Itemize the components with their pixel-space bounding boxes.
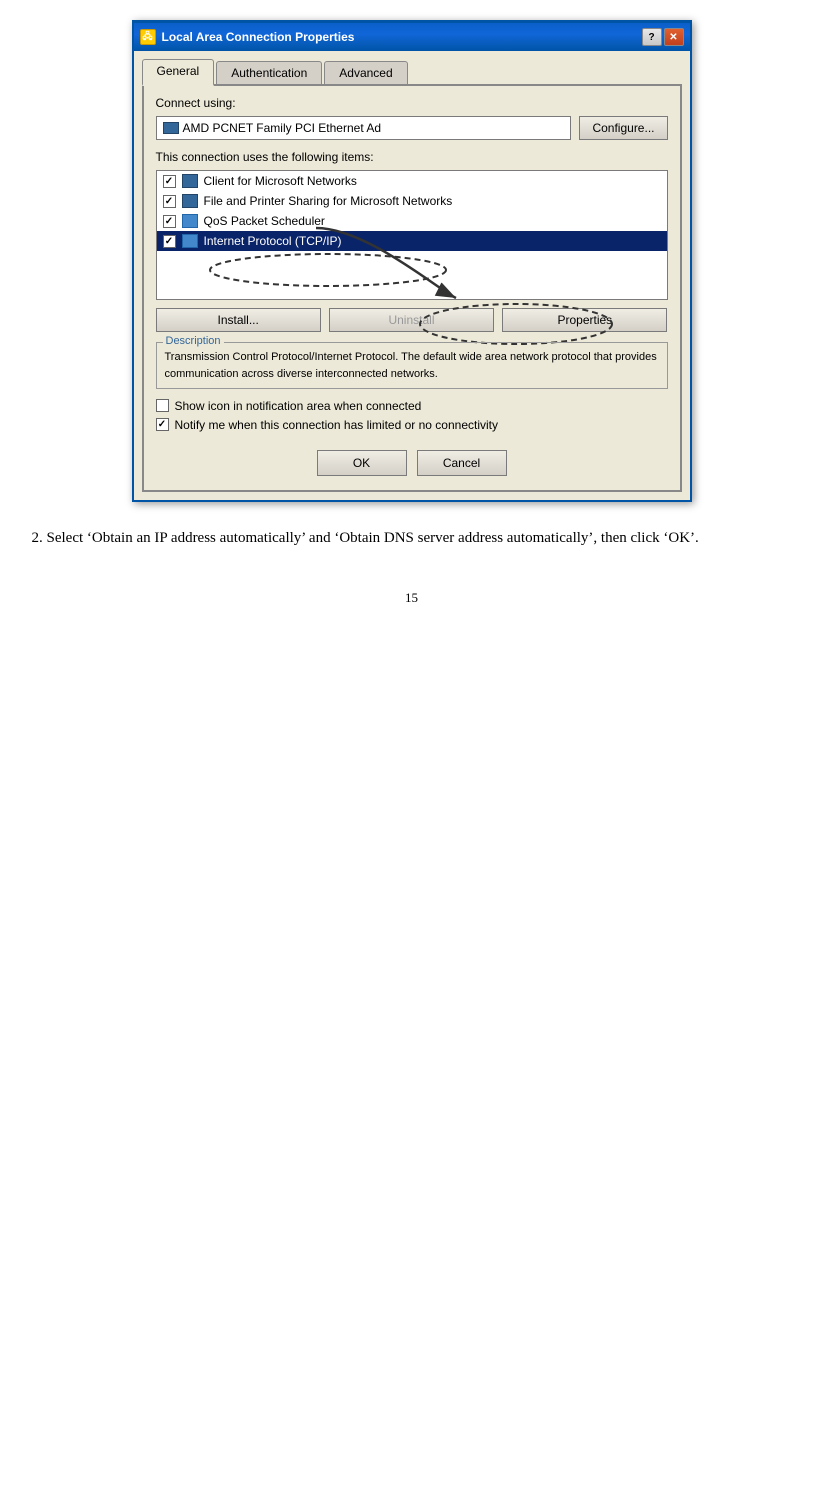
qos-icon — [182, 214, 198, 228]
checkbox-row-notify1: Show icon in notification area when conn… — [156, 399, 668, 413]
tab-general[interactable]: General — [142, 59, 215, 86]
main-panel: Connect using: AMD PCNET Family PCI Ethe… — [142, 86, 682, 492]
checkbox-file[interactable] — [163, 195, 176, 208]
window-title: Local Area Connection Properties — [162, 30, 355, 44]
help-button[interactable]: ? — [642, 28, 662, 46]
checkbox-show-icon-label: Show icon in notification area when conn… — [175, 399, 422, 413]
item-label: Client for Microsoft Networks — [204, 174, 357, 188]
bottom-options: Show icon in notification area when conn… — [156, 399, 668, 432]
properties-button[interactable]: Properties — [502, 308, 667, 332]
checkbox-notify[interactable] — [156, 418, 169, 431]
device-icon — [163, 122, 179, 134]
checkbox-notify-label: Notify me when this connection has limit… — [175, 418, 499, 432]
device-field: AMD PCNET Family PCI Ethernet Ad — [156, 116, 572, 140]
tab-advanced[interactable]: Advanced — [324, 61, 407, 84]
device-name: AMD PCNET Family PCI Ethernet Ad — [183, 121, 382, 135]
items-label: This connection uses the following items… — [156, 150, 668, 164]
checkbox-show-icon[interactable] — [156, 399, 169, 412]
instruction-text: 2. Select ‘Obtain an IP address automati… — [32, 526, 792, 550]
cancel-button[interactable]: Cancel — [417, 450, 507, 476]
file-icon — [182, 194, 198, 208]
action-buttons-wrapper: Install... Uninstall Properties — [156, 308, 668, 332]
checkbox-tcp[interactable] — [163, 235, 176, 248]
uninstall-button[interactable]: Uninstall — [329, 308, 494, 332]
description-legend: Description — [163, 335, 224, 347]
list-item[interactable]: Client for Microsoft Networks — [157, 171, 667, 191]
close-button[interactable]: ✕ — [664, 28, 684, 46]
items-list: Client for Microsoft Networks File and P… — [156, 170, 668, 300]
title-bar-buttons: ? ✕ — [642, 28, 684, 46]
client-icon — [182, 174, 198, 188]
checkbox-client[interactable] — [163, 175, 176, 188]
list-item[interactable]: File and Printer Sharing for Microsoft N… — [157, 191, 667, 211]
tcp-icon — [182, 234, 198, 248]
list-item[interactable]: QoS Packet Scheduler — [157, 211, 667, 231]
item-label: QoS Packet Scheduler — [204, 214, 325, 228]
checkbox-qos[interactable] — [163, 215, 176, 228]
annotation-wrapper: Client for Microsoft Networks File and P… — [156, 170, 668, 300]
checkbox-row-notify2: Notify me when this connection has limit… — [156, 418, 668, 432]
item-label: File and Printer Sharing for Microsoft N… — [204, 194, 453, 208]
action-buttons-row: Install... Uninstall Properties — [156, 308, 668, 332]
connect-using-label: Connect using: — [156, 96, 668, 110]
description-text: Transmission Control Protocol/Internet P… — [165, 349, 659, 382]
dialog-bottom-buttons: OK Cancel — [156, 442, 668, 480]
ok-button[interactable]: OK — [317, 450, 407, 476]
dialog-content: General Authentication Advanced Connect … — [134, 51, 690, 500]
install-button[interactable]: Install... — [156, 308, 321, 332]
list-item-selected[interactable]: Internet Protocol (TCP/IP) — [157, 231, 667, 251]
dialog-window: 🖧 Local Area Connection Properties ? ✕ G… — [132, 20, 692, 502]
connect-using-row: AMD PCNET Family PCI Ethernet Ad Configu… — [156, 116, 668, 140]
window-icon: 🖧 — [140, 29, 156, 45]
description-group: Description Transmission Control Protoco… — [156, 342, 668, 389]
configure-button[interactable]: Configure... — [579, 116, 667, 140]
page-number: 15 — [405, 570, 418, 606]
tabs-container: General Authentication Advanced — [142, 59, 682, 86]
title-bar: 🖧 Local Area Connection Properties ? ✕ — [134, 23, 690, 51]
tab-authentication[interactable]: Authentication — [216, 61, 322, 84]
item-label: Internet Protocol (TCP/IP) — [204, 234, 342, 248]
